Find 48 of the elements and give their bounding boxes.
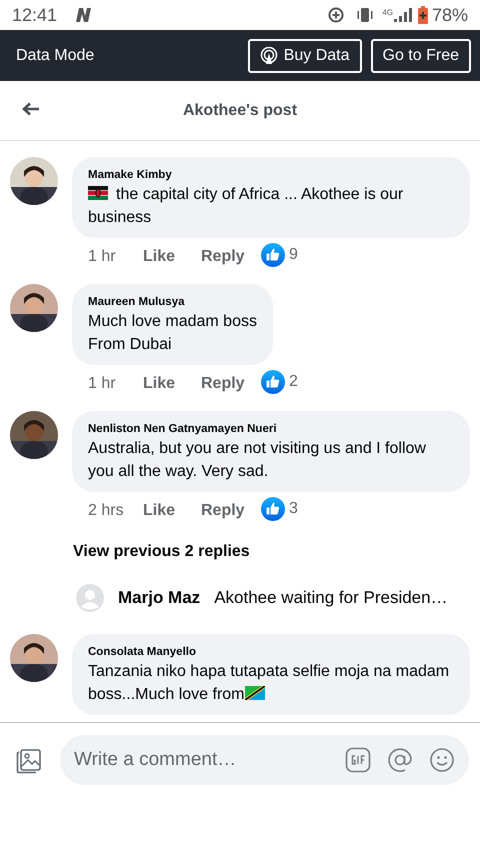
like-button[interactable]: Like [143,499,201,523]
comment-author[interactable]: Mamake Kimby [88,167,454,183]
comment-author[interactable]: Nenliston Nen Gatnyamayen Nueri [88,421,454,437]
comment-box[interactable]: Write a comment… [60,735,469,785]
network-type: 4G [382,7,393,19]
status-time: 12:41 [12,4,58,26]
reaction-count: 9 [289,244,298,264]
comment-text: Australia, but you are not visiting us and I follow you all the way. Very sad. [88,439,427,482]
like-button[interactable]: Like [143,245,201,269]
thumbs-up-icon [261,370,285,394]
reply-text: Akothee waiting for Presiden… [214,587,448,610]
gif-icon [345,747,371,773]
battery-level: 78% [432,4,468,26]
reply-author[interactable]: Marjo Maz [118,585,200,611]
comment-text: Much love madam boss From Dubai [88,312,257,355]
reply-button[interactable]: Reply [201,372,261,396]
comment-time: 1 hr [88,247,117,267]
signal-icon [394,8,412,22]
view-replies-link[interactable]: View previous 2 replies [73,540,250,564]
buy-data-button[interactable]: Buy Data [248,38,362,72]
comment-author[interactable]: Consolata Manyello [88,644,454,660]
data-mode-title: Data Mode [16,46,96,66]
avatar-icon [76,584,104,612]
comment-time: 1 hr [88,374,117,394]
comment-text: the capital city of Africa ... Akothee is our business [88,185,404,228]
battery-icon [418,6,428,24]
back-arrow-icon [22,102,40,116]
flag-icon [88,186,108,200]
comment-text: Tanzania niko hapa tutapata selfie moja na madam boss...Much love from [88,662,450,705]
photo-icon [16,748,42,774]
broadcast-icon [260,46,278,64]
flag-icon [244,686,264,700]
emoji-icon [429,747,455,773]
n-logo-icon [73,7,94,23]
like-button[interactable]: Like [143,372,201,396]
thumbs-up-icon [261,496,285,520]
thumbs-up-icon [261,242,285,266]
reply-button[interactable]: Reply [201,245,261,269]
go-to-free-button[interactable]: Go to Free [370,38,471,72]
reaction-count: 2 [289,372,298,392]
reply-button[interactable]: Reply [201,499,261,523]
comment-time: 2 hrs [88,501,125,521]
page-title: Akothee's post [182,100,298,120]
vibrate-icon [356,7,374,23]
reaction-count: 3 [289,498,298,518]
comment-author[interactable]: Maureen Mulusya [88,294,257,310]
mention-icon [387,747,413,773]
comment-field[interactable]: Write a comment… [74,746,329,774]
